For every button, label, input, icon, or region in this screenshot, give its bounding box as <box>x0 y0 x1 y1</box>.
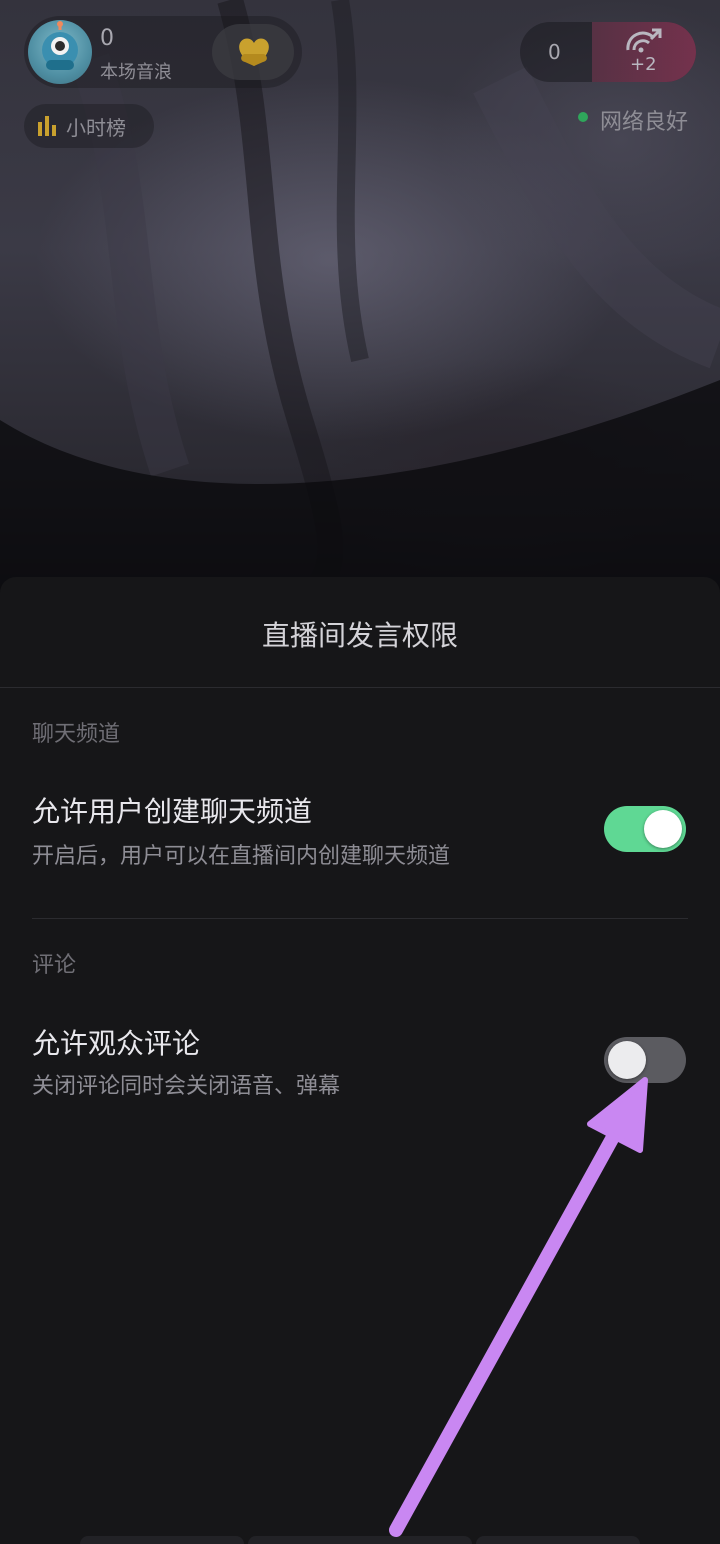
setting-desc-allow-comments: 关闭评论同时会关闭语音、弹幕 <box>32 1074 341 1099</box>
sheet-title: 直播间发言权限 <box>261 619 458 652</box>
avatar-icon <box>42 21 78 70</box>
setting-desc-allow-chat-channel: 开启后，用户可以在直播间内创建聊天频道 <box>32 844 451 869</box>
bottom-tab-3[interactable] <box>476 1536 640 1544</box>
anchor-sound-wave-label: 本场音浪 <box>100 62 172 83</box>
toggle-knob <box>644 810 682 848</box>
fans-signal-icon <box>626 28 662 53</box>
section-label-comments: 评论 <box>32 953 77 978</box>
live-video-background <box>0 0 720 620</box>
live-room-screen: 0 本场音浪 小时榜 0 +2 网络良好 直播间发言权限 聊天频道 允许用户创建… <box>0 0 720 1544</box>
setting-title-allow-chat-channel: 允许用户创建聊天频道 <box>32 795 313 828</box>
heart-gift-icon <box>239 38 269 66</box>
bottom-tab-1[interactable] <box>80 1536 244 1544</box>
anchor-sound-wave-count: 0 <box>100 26 114 51</box>
bar-chart-icon <box>38 116 56 136</box>
bottom-tab-2[interactable] <box>248 1536 472 1544</box>
hourly-rank-label: 小时榜 <box>66 116 126 140</box>
title-divider <box>0 687 720 688</box>
setting-title-allow-comments: 允许观众评论 <box>32 1027 201 1060</box>
network-status-label: 网络良好 <box>600 110 689 135</box>
network-status-dot <box>578 112 588 122</box>
section-label-chat-channel: 聊天频道 <box>32 722 121 747</box>
section-divider <box>32 918 688 919</box>
toggle-knob <box>608 1041 646 1079</box>
heart-gift-button[interactable] <box>212 24 294 80</box>
allow-chat-channel-toggle[interactable] <box>604 806 686 852</box>
avatar[interactable] <box>28 20 92 84</box>
allow-comments-toggle[interactable] <box>604 1037 686 1083</box>
viewer-count: 0 <box>548 40 561 64</box>
fans-increment: +2 <box>630 54 657 75</box>
